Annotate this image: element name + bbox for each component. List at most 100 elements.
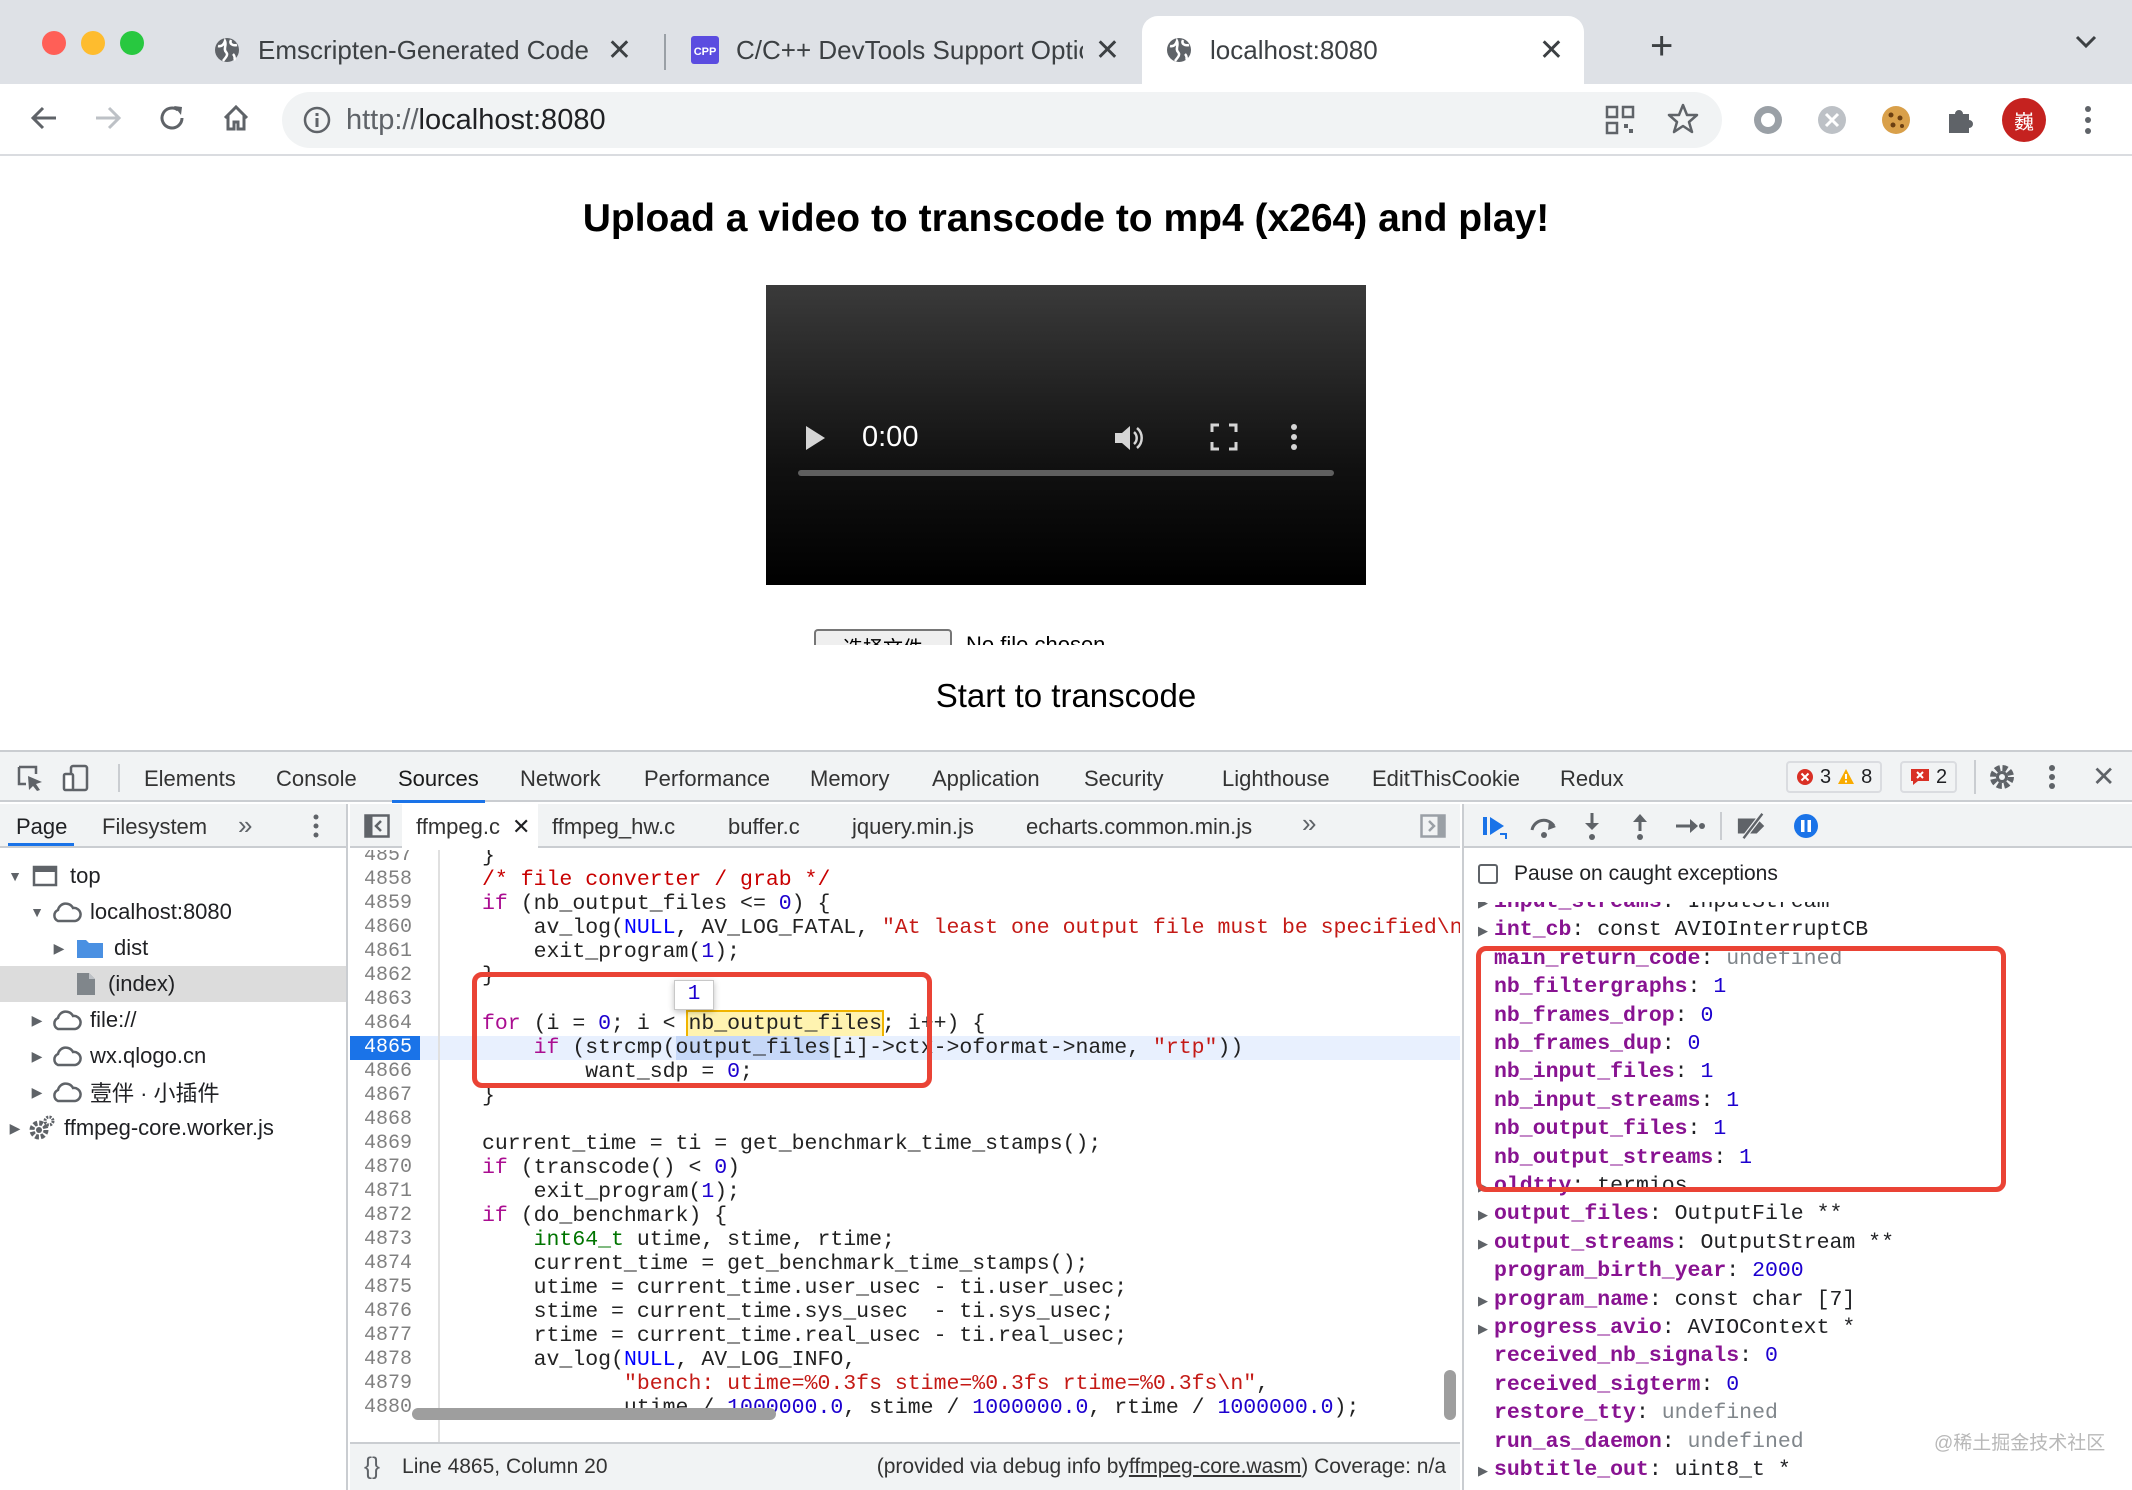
line-number[interactable]: 4870 bbox=[350, 1156, 420, 1180]
line-number[interactable]: 4863 bbox=[350, 988, 420, 1012]
source-code[interactable]: 4857} 4858/* file converter / grab */ 48… bbox=[350, 850, 1460, 1442]
tab-lighthouse[interactable]: Lighthouse bbox=[1222, 766, 1330, 792]
fullscreen-icon[interactable] bbox=[1210, 423, 1238, 456]
line-number[interactable]: 4871 bbox=[350, 1180, 420, 1204]
file-tab-buffer-c[interactable]: buffer.c bbox=[728, 814, 800, 840]
inspect-element-icon[interactable] bbox=[16, 764, 44, 798]
scope-variable-restore-tty[interactable]: restore_tty: undefined bbox=[1464, 1399, 2132, 1427]
file-tab-echarts[interactable]: echarts.common.min.js bbox=[1026, 814, 1252, 840]
new-tab-icon[interactable]: + bbox=[1650, 26, 1673, 66]
home-icon[interactable] bbox=[216, 98, 256, 138]
tree-item-localhost[interactable]: ▼ localhost:8080 bbox=[0, 894, 346, 930]
profile-avatar[interactable]: 巍 bbox=[2002, 98, 2046, 142]
pretty-print-icon[interactable]: {} bbox=[364, 1453, 380, 1481]
navigator-menu-icon[interactable] bbox=[312, 814, 320, 844]
browser-tab-1[interactable]: Emscripten-Generated Code ✕ bbox=[190, 16, 652, 84]
extensions-puzzle-icon[interactable] bbox=[1942, 102, 1978, 138]
browser-tab-3-active[interactable]: localhost:8080 ✕ bbox=[1142, 16, 1584, 84]
line-number[interactable]: 4877 bbox=[350, 1324, 420, 1348]
tab-elements[interactable]: Elements bbox=[144, 766, 236, 792]
settings-gear-icon[interactable] bbox=[1988, 763, 2016, 797]
tab-redux[interactable]: Redux bbox=[1560, 766, 1624, 792]
expand-arrow-icon[interactable]: ▼ bbox=[28, 904, 46, 920]
step-over-icon[interactable] bbox=[1528, 810, 1560, 842]
line-number[interactable]: 4869 bbox=[350, 1132, 420, 1156]
line-number[interactable]: 4864 bbox=[350, 1012, 420, 1036]
resume-icon[interactable] bbox=[1478, 810, 1510, 842]
tree-item-dist[interactable]: ▶ dist bbox=[0, 930, 346, 966]
tab-page[interactable]: Page bbox=[16, 814, 67, 840]
line-number[interactable]: 4876 bbox=[350, 1300, 420, 1324]
play-icon[interactable] bbox=[804, 425, 826, 456]
step-out-icon[interactable] bbox=[1624, 810, 1656, 842]
expand-arrow-icon[interactable]: ▼ bbox=[6, 868, 24, 884]
close-devtools-icon[interactable]: ✕ bbox=[2092, 760, 2115, 793]
toggle-navigator-icon[interactable] bbox=[364, 814, 390, 844]
line-number[interactable]: 4859 bbox=[350, 892, 420, 916]
expand-arrow-icon[interactable]: ▶ bbox=[6, 1120, 24, 1137]
maximize-window-button[interactable] bbox=[120, 31, 144, 55]
tree-item-index-selected[interactable]: (index) bbox=[0, 966, 346, 1002]
line-number[interactable]: 4865 bbox=[350, 1036, 420, 1060]
video-menu-icon[interactable] bbox=[1290, 423, 1298, 456]
close-tab-icon[interactable]: ✕ bbox=[607, 33, 632, 68]
tab-memory[interactable]: Memory bbox=[810, 766, 889, 792]
browser-tab-2[interactable]: CPP C/C++ DevTools Support Option ✕ bbox=[668, 16, 1140, 84]
tab-console[interactable]: Console bbox=[276, 766, 357, 792]
toggle-debugger-icon[interactable] bbox=[1420, 814, 1446, 844]
close-tab-icon[interactable]: ✕ bbox=[1539, 33, 1564, 68]
close-file-tab-icon[interactable]: ✕ bbox=[512, 814, 530, 840]
devtools-menu-icon[interactable] bbox=[2048, 764, 2056, 796]
horizontal-scrollbar[interactable] bbox=[412, 1408, 776, 1420]
line-number[interactable]: 4874 bbox=[350, 1252, 420, 1276]
tree-item-qlogo[interactable]: ▶ wx.qlogo.cn bbox=[0, 1038, 346, 1074]
issues-counter[interactable]: 2 bbox=[1900, 761, 1958, 793]
tree-item-worker[interactable]: ▶ ffmpeg-core.worker.js bbox=[0, 1110, 346, 1146]
expand-arrow-icon[interactable]: ▶ bbox=[1472, 918, 1494, 946]
extension-circle-icon[interactable] bbox=[1750, 102, 1786, 138]
line-number[interactable]: 4857 bbox=[350, 850, 420, 868]
line-number[interactable]: 4878 bbox=[350, 1348, 420, 1372]
more-files-icon[interactable]: » bbox=[1302, 808, 1316, 839]
device-toolbar-icon[interactable] bbox=[62, 764, 90, 798]
tab-security[interactable]: Security bbox=[1084, 766, 1163, 792]
tab-network[interactable]: Network bbox=[520, 766, 601, 792]
scope-variable-received-sigterm[interactable]: received_sigterm: 0 bbox=[1464, 1371, 2132, 1399]
scope-variable-progress-avio[interactable]: ▶ progress_avio: AVIOContext * bbox=[1464, 1314, 2132, 1342]
forward-icon[interactable] bbox=[88, 98, 128, 138]
chevron-down-icon[interactable] bbox=[2074, 34, 2098, 55]
step-into-icon[interactable] bbox=[1576, 810, 1608, 842]
expand-arrow-icon[interactable]: ▶ bbox=[1472, 1288, 1494, 1316]
scope-variable-subtitle-out[interactable]: ▶ subtitle_out: uint8_t * bbox=[1464, 1456, 2132, 1484]
kebab-menu-icon[interactable] bbox=[2070, 102, 2106, 138]
tab-editthiscookie[interactable]: EditThisCookie bbox=[1372, 766, 1520, 792]
info-icon[interactable] bbox=[302, 105, 332, 135]
expand-arrow-icon[interactable]: ▶ bbox=[1472, 1202, 1494, 1230]
expand-arrow-icon[interactable]: ▶ bbox=[28, 1084, 46, 1101]
vertical-scrollbar[interactable] bbox=[1444, 1370, 1456, 1420]
scope-variable-output-files[interactable]: ▶ output_files: OutputFile ** bbox=[1464, 1200, 2132, 1228]
more-tabs-icon[interactable]: » bbox=[238, 810, 252, 841]
minimize-window-button[interactable] bbox=[81, 31, 105, 55]
scope-variable-input-streams[interactable]: ▶ input_streams: InputStream ** bbox=[1464, 902, 2132, 916]
wasm-source-link[interactable]: ffmpeg-core.wasm bbox=[1129, 1455, 1301, 1479]
bookmark-star-icon[interactable] bbox=[1666, 102, 1700, 141]
checkbox-box[interactable] bbox=[1478, 864, 1498, 884]
video-progress-bar[interactable] bbox=[798, 470, 1334, 476]
tab-filesystem[interactable]: Filesystem bbox=[102, 814, 207, 840]
video-player[interactable]: 0:00 bbox=[766, 285, 1366, 585]
cookie-icon[interactable] bbox=[1878, 102, 1914, 138]
scope-variable-output-streams[interactable]: ▶ output_streams: OutputStream ** bbox=[1464, 1229, 2132, 1257]
expand-arrow-icon[interactable]: ▶ bbox=[1472, 1458, 1494, 1486]
tree-item-file[interactable]: ▶ file:// bbox=[0, 1002, 346, 1038]
expand-arrow-icon[interactable]: ▶ bbox=[1472, 1231, 1494, 1259]
tab-performance[interactable]: Performance bbox=[644, 766, 770, 792]
line-number[interactable]: 4858 bbox=[350, 868, 420, 892]
line-number[interactable]: 4860 bbox=[350, 916, 420, 940]
scope-variable-program-birth-year[interactable]: program_birth_year: 2000 bbox=[1464, 1257, 2132, 1285]
tab-application[interactable]: Application bbox=[932, 766, 1040, 792]
line-number[interactable]: 4880 bbox=[350, 1396, 420, 1420]
step-icon[interactable] bbox=[1674, 810, 1706, 842]
close-tab-icon[interactable]: ✕ bbox=[1095, 33, 1120, 68]
error-warning-counter[interactable]: 3 8 bbox=[1786, 761, 1883, 793]
